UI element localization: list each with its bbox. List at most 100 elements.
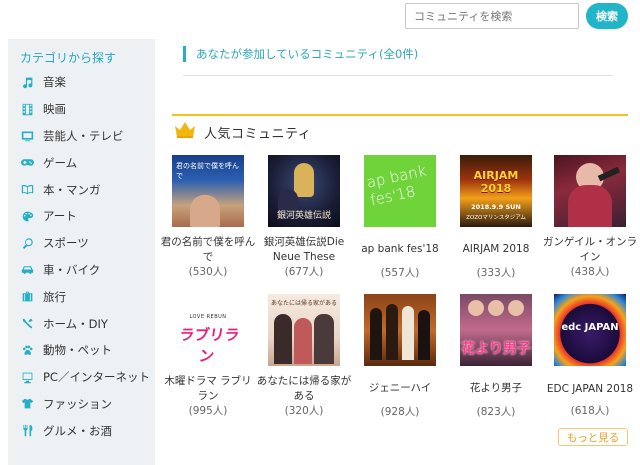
sidebar-item-label: 芸能人・テレビ bbox=[43, 128, 124, 143]
member-count: (530人) bbox=[188, 266, 228, 278]
suitcase-icon bbox=[20, 290, 34, 304]
sidebar-item-home-diy[interactable]: ホーム・DIY bbox=[8, 310, 155, 337]
community-card[interactable]: あなたには帰る家がある あなたには帰る家がある (320人) bbox=[256, 294, 352, 418]
popular-title: 人気コミュニティ bbox=[204, 126, 312, 142]
community-card[interactable]: ジェニーハイ (928人) bbox=[352, 294, 448, 419]
thumbnail-title: AIRJAM 2018 bbox=[473, 169, 519, 195]
community-card[interactable]: AIRJAM 2018 2018.9.9 SUN ZOZOマリンスタジアム AI… bbox=[448, 155, 544, 280]
book-icon bbox=[20, 183, 34, 197]
sidebar-item-label: ゲーム bbox=[43, 155, 78, 170]
sidebar-item-pets[interactable]: 動物・ペット bbox=[8, 337, 155, 364]
sidebar-item-label: 本・マンガ bbox=[43, 182, 101, 197]
community-card[interactable]: ガンゲイル・オンライン (438人) bbox=[542, 155, 638, 279]
member-count: (823人) bbox=[476, 406, 516, 418]
sidebar-item-game[interactable]: ゲーム bbox=[8, 149, 155, 176]
thumbnail-title: 花より男子 bbox=[461, 341, 531, 357]
sidebar-item-book[interactable]: 本・マンガ bbox=[8, 176, 155, 203]
crown-icon bbox=[174, 121, 196, 144]
sidebar-item-label: 車・バイク bbox=[43, 262, 101, 277]
community-name: あなたには帰る家がある bbox=[256, 375, 352, 402]
thumbnail-title: 銀河英雄伝説 bbox=[276, 211, 331, 221]
racket-icon bbox=[20, 236, 34, 250]
thumbnail-venue: ZOZOマリンスタジアム bbox=[466, 215, 526, 221]
thumbnail-subtitle: LOVE REBUN bbox=[189, 314, 227, 320]
sidebar-item-label: PC／インターネット bbox=[43, 370, 150, 385]
joined-communities-link[interactable]: あなたが参加しているコミュニティ(全0件) bbox=[183, 46, 418, 62]
community-thumbnail[interactable]: 銀河英雄伝説 bbox=[268, 155, 340, 227]
sidebar-item-travel[interactable]: 旅行 bbox=[8, 283, 155, 310]
section-divider bbox=[172, 114, 628, 116]
member-count: (618人) bbox=[570, 405, 610, 417]
thumbnail-title: ap bank fes'18 bbox=[364, 161, 428, 210]
fork-knife-icon bbox=[20, 424, 34, 438]
community-name: AIRJAM 2018 bbox=[462, 243, 530, 255]
car-icon bbox=[20, 263, 34, 277]
community-name: 銀河英雄伝説Die Neue These bbox=[263, 236, 345, 263]
community-thumbnail[interactable]: ap bank fes'18 bbox=[364, 155, 436, 227]
sidebar-item-gourmet[interactable]: グルメ・お酒 bbox=[8, 417, 155, 444]
community-card[interactable]: 君の名前で僕を呼んで 君の名前で僕を呼んで (530人) bbox=[160, 155, 256, 279]
sidebar-item-label: ファッション bbox=[43, 396, 112, 411]
sidebar-item-label: アート bbox=[43, 209, 77, 224]
member-count: (995人) bbox=[188, 405, 228, 417]
popular-header: 人気コミュニティ bbox=[174, 121, 312, 144]
member-count: (928人) bbox=[380, 406, 420, 418]
palette-icon bbox=[20, 209, 34, 223]
computer-icon bbox=[20, 370, 34, 384]
community-card[interactable]: ap bank fes'18 ap bank fes'18 (557人) bbox=[352, 155, 448, 280]
shirt-icon bbox=[20, 397, 34, 411]
sidebar-item-label: 音楽 bbox=[43, 75, 66, 90]
sidebar-item-car[interactable]: 車・バイク bbox=[8, 257, 155, 284]
sidebar-item-label: 動物・ペット bbox=[43, 343, 112, 358]
community-thumbnail[interactable]: edc JAPAN bbox=[554, 294, 626, 366]
tv-icon bbox=[20, 129, 34, 143]
tools-icon bbox=[20, 317, 34, 331]
community-thumbnail[interactable] bbox=[364, 294, 436, 366]
sidebar-title: カテゴリから探す bbox=[20, 51, 117, 65]
community-name: ジェニーハイ bbox=[368, 382, 432, 394]
member-count: (333人) bbox=[476, 267, 516, 279]
see-more-button[interactable]: もっと見る bbox=[558, 428, 628, 446]
community-thumbnail[interactable]: LOVE REBUN ラブリラン bbox=[172, 294, 244, 366]
member-count: (557人) bbox=[380, 267, 420, 279]
sidebar-item-pc-internet[interactable]: PC／インターネット bbox=[8, 364, 155, 391]
sidebar-item-tv[interactable]: 芸能人・テレビ bbox=[8, 123, 155, 150]
sidebar-item-art[interactable]: アート bbox=[8, 203, 155, 230]
thumbnail-title: ラブリラン bbox=[178, 326, 241, 365]
thumbnail-title: edc JAPAN bbox=[561, 322, 619, 333]
sidebar-item-sports[interactable]: スポーツ bbox=[8, 230, 155, 257]
divider bbox=[183, 75, 613, 76]
search-button[interactable]: 検索 bbox=[586, 3, 628, 29]
community-thumbnail[interactable] bbox=[554, 155, 626, 227]
gamepad-icon bbox=[20, 156, 34, 170]
member-count: (677人) bbox=[284, 266, 324, 278]
sidebar-item-label: スポーツ bbox=[43, 236, 89, 251]
community-thumbnail[interactable]: 君の名前で僕を呼んで bbox=[172, 155, 244, 227]
community-card[interactable]: LOVE REBUN ラブリラン 木曜ドラマ ラブリラン (995人) bbox=[160, 294, 256, 418]
sidebar-item-movie[interactable]: 映画 bbox=[8, 96, 155, 123]
community-thumbnail[interactable]: あなたには帰る家がある bbox=[268, 294, 340, 366]
community-thumbnail[interactable]: AIRJAM 2018 2018.9.9 SUN ZOZOマリンスタジアム bbox=[460, 155, 532, 227]
sidebar-item-label: 旅行 bbox=[43, 289, 66, 304]
thumbnail-title: 君の名前で僕を呼んで bbox=[176, 162, 239, 180]
community-card[interactable]: 花より男子 花より男子 (823人) bbox=[448, 294, 544, 419]
search-input[interactable] bbox=[405, 3, 579, 29]
sidebar-item-music[interactable]: 音楽 bbox=[8, 69, 155, 96]
sidebar-item-fashion[interactable]: ファッション bbox=[8, 391, 155, 418]
community-thumbnail[interactable]: 花より男子 bbox=[460, 294, 532, 366]
category-list: 音楽 映画 芸能人・テレビ ゲーム 本・マンガ アート スポーツ 車・バイク 旅… bbox=[8, 69, 155, 444]
community-card[interactable]: 銀河英雄伝説 銀河英雄伝説Die Neue These (677人) bbox=[256, 155, 352, 279]
member-count: (438人) bbox=[570, 266, 610, 278]
community-name: 木曜ドラマ ラブリラン bbox=[164, 375, 252, 402]
music-note-icon bbox=[20, 75, 34, 89]
community-name: ガンゲイル・オンライン bbox=[542, 236, 638, 263]
member-count: (320人) bbox=[284, 405, 324, 417]
community-card[interactable]: edc JAPAN EDC JAPAN 2018 (618人) bbox=[542, 294, 638, 418]
sidebar-item-label: ホーム・DIY bbox=[43, 316, 108, 331]
community-name: 花より男子 bbox=[469, 382, 523, 394]
film-icon bbox=[20, 102, 34, 116]
sidebar-item-label: グルメ・お酒 bbox=[43, 423, 112, 438]
category-sidebar: カテゴリから探す 音楽 映画 芸能人・テレビ ゲーム 本・マンガ アート スポー… bbox=[8, 39, 155, 465]
thumbnail-date: 2018.9.9 SUN bbox=[471, 203, 521, 211]
community-name: EDC JAPAN 2018 bbox=[546, 382, 634, 395]
